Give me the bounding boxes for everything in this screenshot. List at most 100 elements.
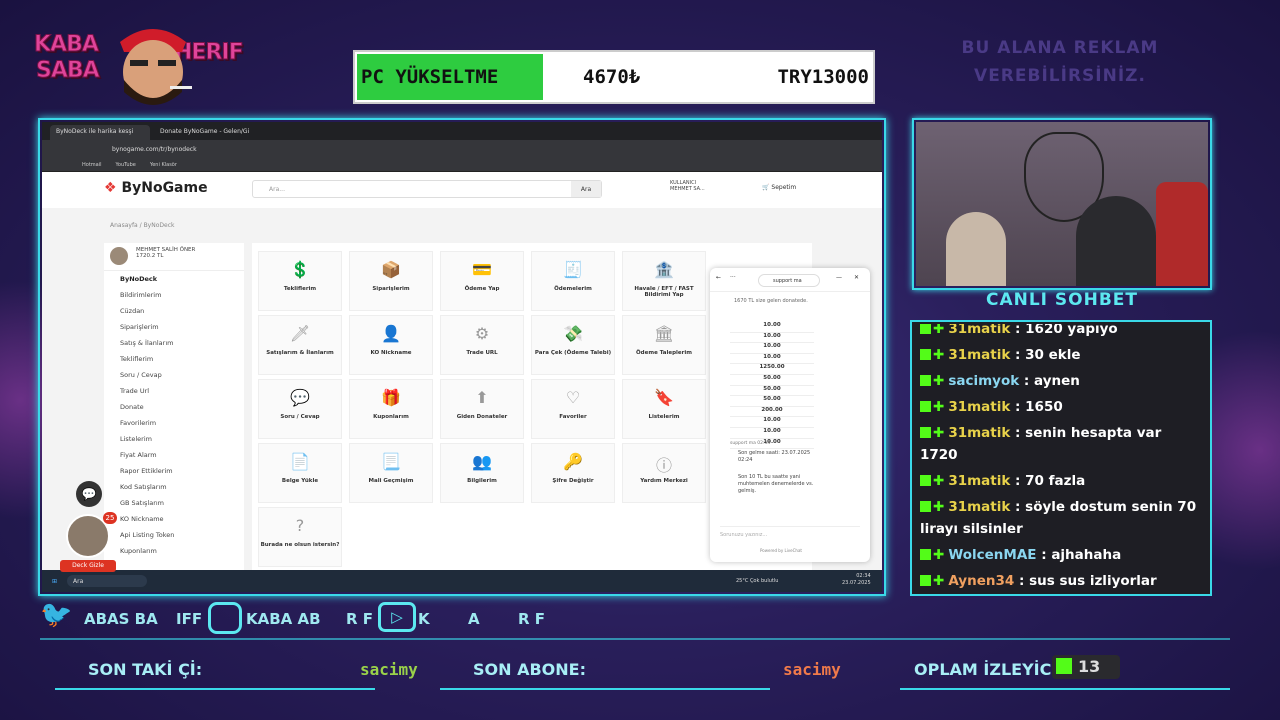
- gaming-chair: [1156, 182, 1208, 286]
- taskbar-search[interactable]: Ara: [67, 575, 148, 587]
- sidebar-item[interactable]: Tekliflerim: [104, 351, 244, 367]
- close-icon[interactable]: ✕: [854, 274, 859, 281]
- dashboard-card[interactable]: ? Burada ne olsun istersin?: [258, 507, 342, 567]
- livechat-intro: 1670 TL size gelen donatede.: [734, 298, 808, 304]
- sidebar-item[interactable]: Fiyat Alarm: [104, 447, 244, 463]
- chat-bubble-icon[interactable]: 💬: [76, 481, 102, 507]
- chat-username[interactable]: 31matik: [948, 425, 1010, 441]
- dashboard-card[interactable]: ⚙ Trade URL: [440, 315, 524, 375]
- livechat-value: 200.00: [730, 407, 814, 418]
- dashboard-card[interactable]: 🧾 Ödemelerim: [531, 251, 615, 311]
- card-label: Şifre Değiştir: [552, 478, 594, 484]
- card-icon: 📄: [290, 452, 310, 471]
- sidebar-item[interactable]: Listelerim: [104, 431, 244, 447]
- chat-username[interactable]: 31matik: [948, 499, 1010, 515]
- sidebar-item[interactable]: Donate: [104, 399, 244, 415]
- browser-tab-donate[interactable]: Donate ByNoGame - Gelen/Gi: [154, 125, 254, 140]
- chat-message: ✚ 31matik : 30 ekle: [914, 342, 1208, 368]
- bookmark-hotmail[interactable]: Hotmail: [82, 162, 102, 168]
- chat-text: 30 ekle: [1025, 347, 1081, 363]
- dashboard-card[interactable]: 💬 Soru / Cevap: [258, 379, 342, 439]
- card-icon: ⬆: [475, 388, 489, 407]
- dashboard-card[interactable]: 🗡 Satışlarım & İlanlarım: [258, 315, 342, 375]
- user-menu[interactable]: KULLANICI MEHMET SA...: [670, 180, 705, 192]
- dashboard-card[interactable]: 💲 Tekliflerim: [258, 251, 342, 311]
- bookmark-folder[interactable]: Yeni Klasör: [150, 162, 177, 168]
- dashboard-card[interactable]: ⬆ Giden Donateler: [440, 379, 524, 439]
- site-search-input[interactable]: Ara... Ara: [252, 180, 602, 198]
- more-icon[interactable]: ···: [730, 274, 736, 281]
- dashboard-card[interactable]: ♡ Favoriler: [531, 379, 615, 439]
- dashboard-card[interactable]: 🔑 Şifre Değiştir: [531, 443, 615, 503]
- dashboard-card[interactable]: 🏛 Ödeme Taleplerim: [622, 315, 706, 375]
- dashboard-card[interactable]: 🏦 Havale / EFT / FAST Bildirimi Yap: [622, 251, 706, 311]
- card-label: Bilgilerim: [467, 478, 497, 484]
- site-brand[interactable]: ❖ ByNoGame: [104, 180, 208, 196]
- kick-icon: [1056, 658, 1072, 674]
- dashboard-card[interactable]: 📄 Belge Yükle: [258, 443, 342, 503]
- card-label: Favoriler: [559, 414, 587, 420]
- sidebar-item[interactable]: GB Satışlarım: [104, 495, 244, 511]
- sidebar-item[interactable]: Rapor Ettiklerim: [104, 463, 244, 479]
- chat-username[interactable]: WolcenMAE: [948, 547, 1036, 563]
- card-label: Yardım Merkezi: [640, 478, 688, 484]
- dashboard-card[interactable]: 💳 Ödeme Yap: [440, 251, 524, 311]
- chat-username[interactable]: 31matik: [948, 399, 1010, 415]
- chat-username[interactable]: 31matik: [948, 473, 1010, 489]
- sidebar-item[interactable]: Kuponlarım: [104, 543, 244, 559]
- social-bar: 🐦 ABAS BA IFF KABA AB R F ▷ K A R F: [40, 600, 1220, 636]
- chat-username[interactable]: 31matik: [948, 347, 1010, 363]
- dashboard-card[interactable]: 💸 Para Çek (Ödeme Talebi): [531, 315, 615, 375]
- search-button[interactable]: Ara: [571, 181, 601, 197]
- sidebar-item[interactable]: Api Listing Token: [104, 527, 244, 543]
- screen-capture: ByNoDeck ile harika kesşi Donate ByNoGam…: [42, 122, 882, 592]
- sidebar-item[interactable]: Satış & İlanlarım: [104, 335, 244, 351]
- badge-icon: ✚: [933, 425, 945, 441]
- chat-sep: :: [1036, 547, 1052, 563]
- dashboard-card[interactable]: ⓘ Yardım Merkezi: [622, 443, 706, 503]
- dashboard-card[interactable]: 📦 Siparişlerim: [349, 251, 433, 311]
- cart-button[interactable]: 🛒 Sepetim: [762, 184, 796, 191]
- person-right: [1076, 196, 1156, 286]
- dashboard-card[interactable]: 📃 Mali Geçmişim: [349, 443, 433, 503]
- card-icon: ?: [295, 516, 305, 535]
- goal-target: TRY13000: [777, 66, 869, 88]
- chat-sep: :: [1010, 499, 1026, 515]
- chat-message: ✚ sacimyok : aynen: [914, 368, 1208, 394]
- sidebar-item[interactable]: Soru / Cevap: [104, 367, 244, 383]
- sidebar-item[interactable]: Cüzdan: [104, 303, 244, 319]
- sidebar-item[interactable]: Favorilerim: [104, 415, 244, 431]
- sidebar-item[interactable]: Bildirimlerim: [104, 287, 244, 303]
- card-label: Ödeme Taleplerim: [636, 350, 692, 356]
- sidebar-item[interactable]: Kod Satışlarım: [104, 479, 244, 495]
- back-arrow-icon[interactable]: ←: [716, 274, 721, 281]
- chat-sep: :: [1014, 573, 1030, 589]
- youtube-handle: K: [418, 610, 430, 628]
- divider-right: [900, 688, 1230, 690]
- bookmark-youtube[interactable]: YouTube: [116, 162, 136, 168]
- dashboard-card[interactable]: 👥 Bilgilerim: [440, 443, 524, 503]
- address-bar[interactable]: bynogame.com/tr/bynodeck: [42, 140, 882, 158]
- sidebar-item[interactable]: Siparişlerim: [104, 319, 244, 335]
- kick-badge-icon: [920, 324, 931, 334]
- browser-tab-bynodeck[interactable]: ByNoDeck ile harika kesşi: [50, 125, 150, 140]
- user-name: MEHMET SA...: [670, 186, 705, 192]
- chat-username[interactable]: 31matik: [948, 324, 1010, 337]
- card-icon: 📃: [381, 452, 401, 471]
- livechat-widget: ← ··· support ma — ✕ 1670 TL size gelen …: [710, 268, 870, 562]
- sidebar-item[interactable]: Trade Url: [104, 383, 244, 399]
- sidebar-item[interactable]: KO Nickname: [104, 511, 244, 527]
- card-icon: 💳: [472, 260, 492, 279]
- minimize-icon[interactable]: —: [836, 274, 842, 281]
- chat-username[interactable]: sacimyok: [948, 373, 1019, 389]
- chat-text: ajhahaha: [1051, 547, 1122, 563]
- sidebar-item[interactable]: ByNoDeck: [104, 271, 244, 287]
- dashboard-card[interactable]: 🔖 Listelerim: [622, 379, 706, 439]
- chat-username[interactable]: Aynen34: [948, 573, 1014, 589]
- windows-start-icon[interactable]: ⊞: [52, 578, 57, 585]
- dashboard-card[interactable]: 👤 KO Nickname: [349, 315, 433, 375]
- deck-toggle-button[interactable]: Deck Gizle: [60, 560, 116, 572]
- dashboard-card[interactable]: 🎁 Kuponlarım: [349, 379, 433, 439]
- livechat-input[interactable]: Sorunuzu yazınız...: [720, 526, 860, 540]
- mascot-face-icon: [120, 29, 192, 105]
